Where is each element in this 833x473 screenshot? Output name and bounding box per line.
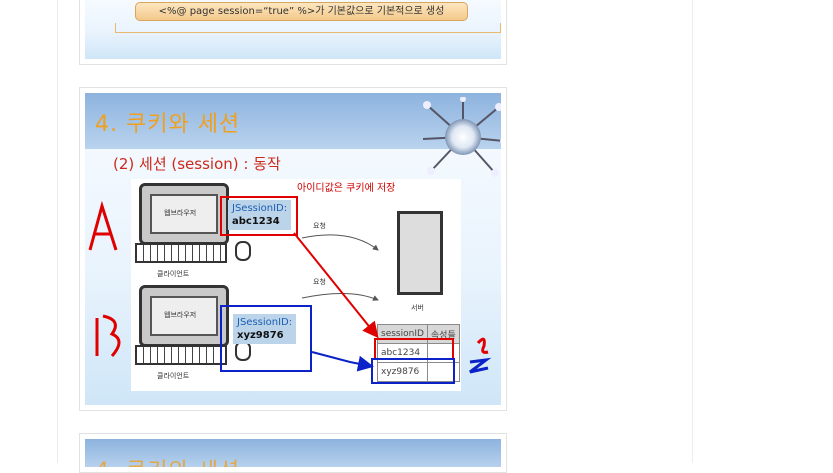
annotation-overlay bbox=[88, 200, 492, 374]
blue-arrow-to-table bbox=[311, 351, 374, 372]
handwritten-a bbox=[88, 200, 118, 251]
request-arrow-1 bbox=[301, 234, 379, 251]
request-arrow-2 bbox=[301, 292, 379, 301]
handwritten-1 bbox=[476, 337, 489, 354]
red-arrow-to-table bbox=[293, 232, 379, 339]
handwritten-b bbox=[95, 314, 121, 357]
handwritten-2 bbox=[469, 357, 492, 374]
slide-card-3: 4. 쿠키와 세션 bbox=[79, 433, 507, 473]
slide-3-title: 4. 쿠키와 세션 bbox=[95, 453, 240, 467]
